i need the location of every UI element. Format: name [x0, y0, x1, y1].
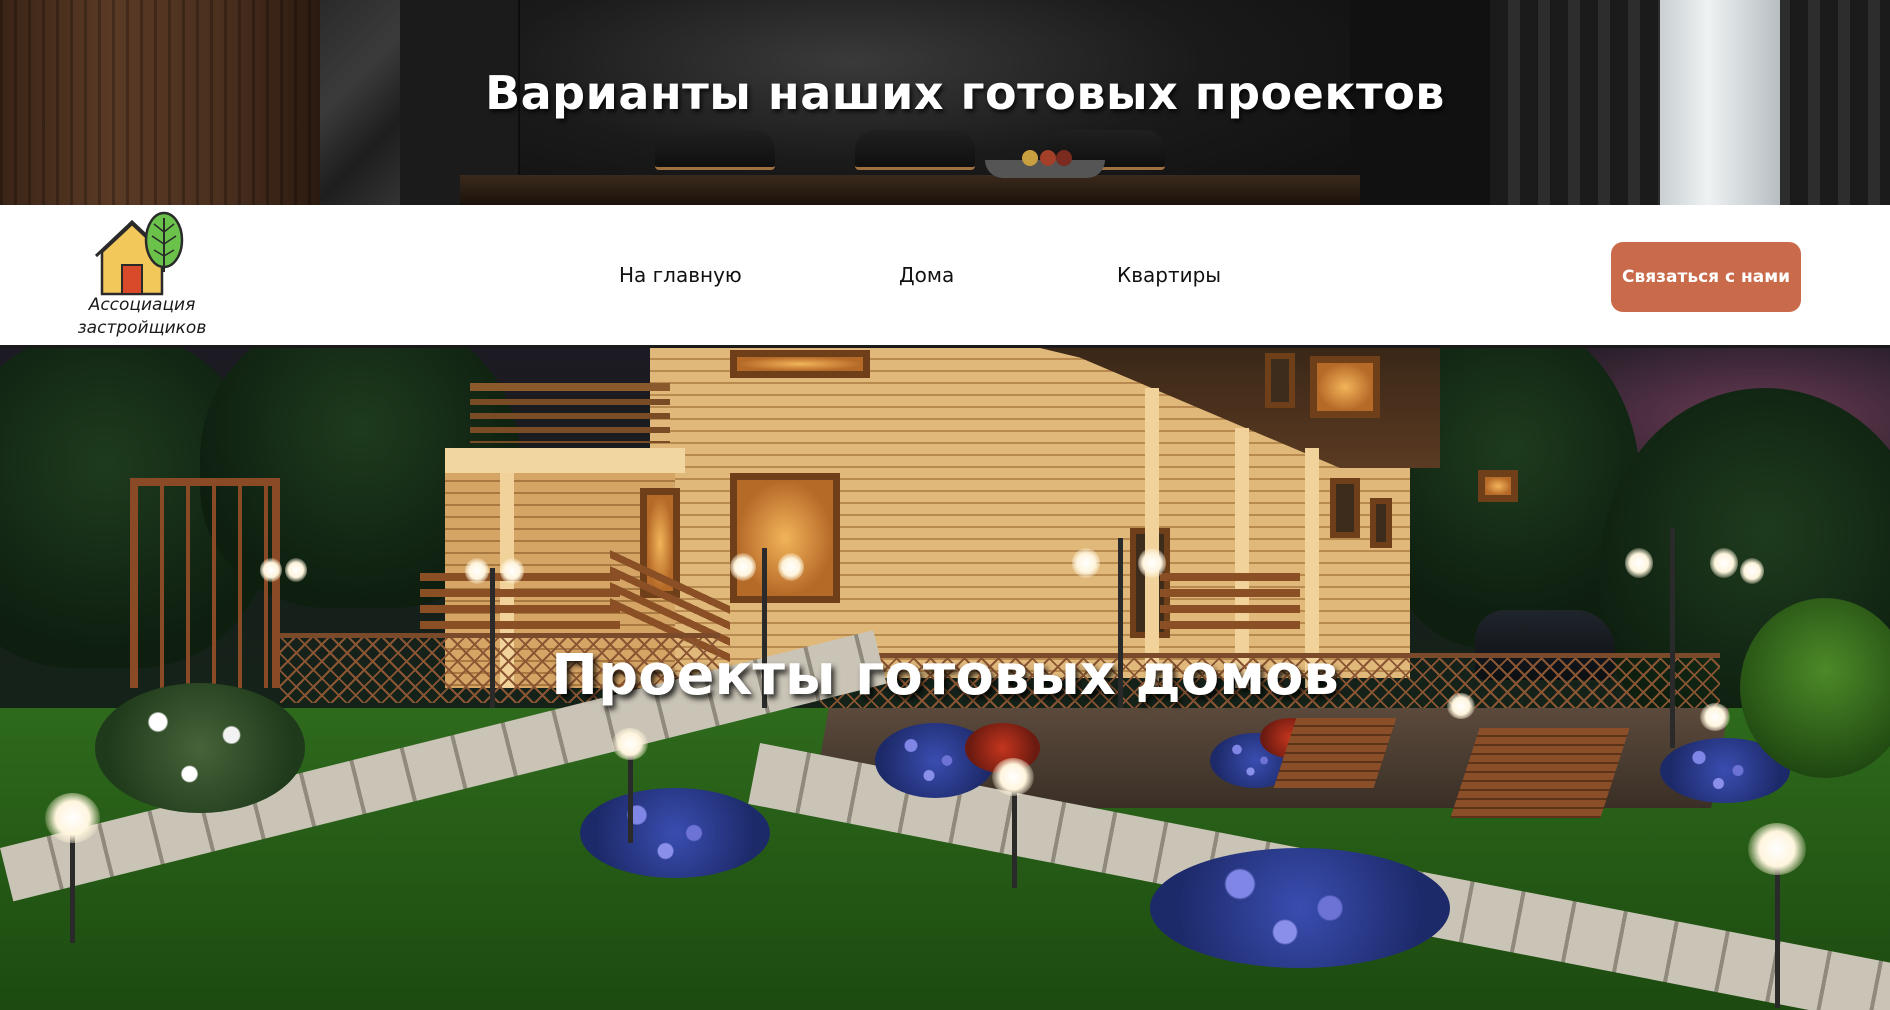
sun-lounger — [1450, 728, 1630, 818]
deck-railing — [420, 573, 620, 633]
lamp-post — [1670, 528, 1675, 748]
flower-bush — [580, 788, 770, 878]
lamp-light — [730, 553, 756, 581]
hero-section: Проекты готовых домов — [0, 348, 1890, 1010]
house-window — [1265, 353, 1295, 408]
hero-title: Проекты готовых домов — [551, 643, 1339, 708]
top-banner: Варианты наших готовых проектов — [0, 0, 1890, 205]
lamp-light — [1138, 548, 1166, 578]
lamp-light — [260, 558, 282, 582]
lamp-light — [778, 553, 804, 581]
house-window — [1310, 356, 1380, 418]
logo-text: Ассоциация застройщиков — [62, 294, 222, 340]
contact-button[interactable]: Связаться с нами — [1611, 242, 1801, 312]
lamp-light — [1748, 823, 1806, 875]
banner-counter — [460, 175, 1360, 205]
nav-link-home[interactable]: На главную — [619, 263, 742, 287]
banner-fruit — [1056, 150, 1072, 166]
deck-railing — [1160, 573, 1300, 633]
logo[interactable]: Ассоциация застройщиков — [62, 208, 222, 344]
logo-text-line2: застройщиков — [77, 318, 207, 338]
nav-link-houses[interactable]: Дома — [899, 263, 954, 287]
banner-fruit — [1040, 150, 1056, 166]
house-window — [730, 350, 870, 378]
lamp-light — [285, 558, 307, 582]
house-balcony-slab — [445, 448, 685, 473]
house-balcony — [470, 383, 670, 443]
lamp-light — [45, 793, 100, 843]
banner-stool — [655, 130, 775, 170]
navbar: Ассоциация застройщиков На главную Дома … — [0, 205, 1890, 348]
lamp-light — [1740, 558, 1764, 584]
flower-bush — [1150, 848, 1450, 968]
banner-fruit — [1022, 150, 1038, 166]
lamp-light — [500, 558, 524, 584]
house-window — [1478, 470, 1518, 502]
house-window — [730, 473, 840, 603]
lamp-light — [1072, 548, 1100, 578]
house-with-tree-icon — [94, 211, 184, 296]
lamp-light — [612, 728, 648, 760]
lamp-light — [465, 558, 489, 584]
house-window — [1330, 478, 1360, 538]
banner-stool — [855, 130, 975, 170]
lamp-post — [628, 753, 633, 843]
logo-text-line1: Ассоциация — [88, 295, 196, 315]
lamp-light — [1625, 548, 1653, 578]
nav-link-apartments[interactable]: Квартиры — [1117, 263, 1221, 287]
lamp-light — [992, 758, 1034, 796]
banner-title: Варианты наших готовых проектов — [485, 66, 1445, 120]
lamp-light — [1710, 548, 1738, 578]
house-window — [1370, 498, 1392, 548]
lamp-post — [70, 833, 75, 943]
